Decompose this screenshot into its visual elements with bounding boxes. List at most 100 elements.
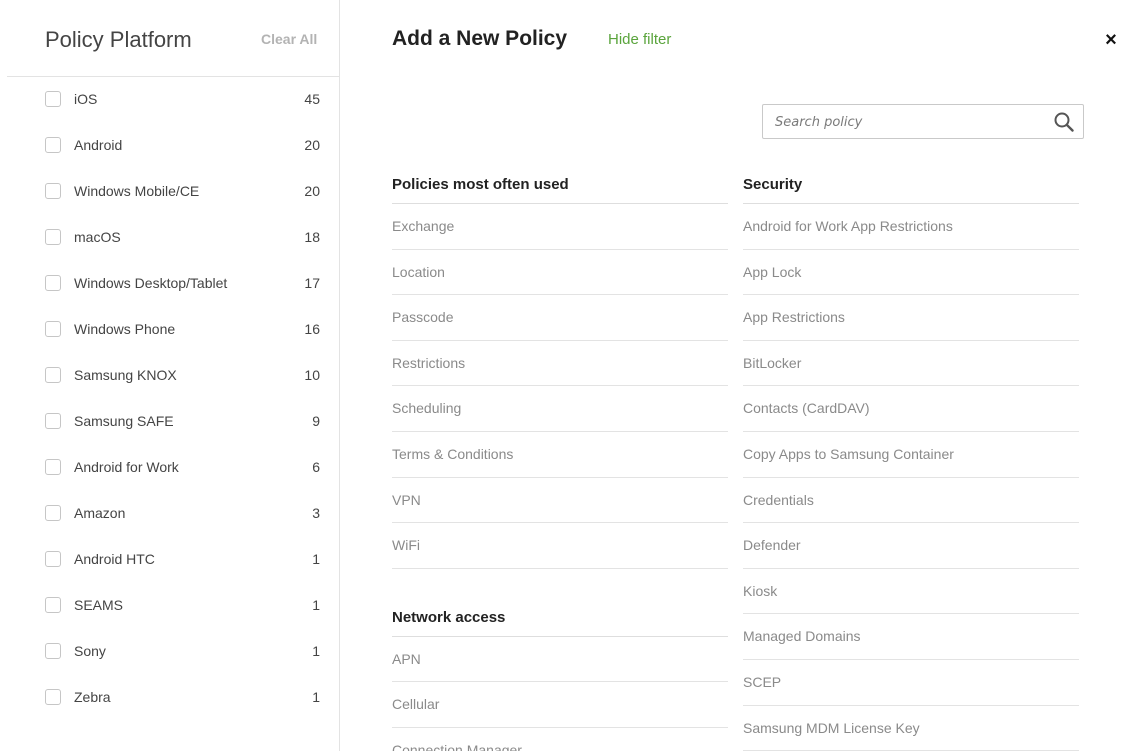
platform-count: 1 (312, 597, 320, 613)
platform-filter-item[interactable]: Samsung KNOX 10 (7, 353, 340, 399)
section-network-access: Network access APN Cellular Connection Man… (392, 603, 728, 751)
checkbox-icon[interactable] (45, 91, 61, 107)
platform-filter-item[interactable]: macOS 18 (7, 215, 340, 261)
checkbox-icon[interactable] (45, 413, 61, 429)
add-policy-panel: Add a New Policy Hide filter × Policies … (341, 0, 1144, 751)
platform-label: Windows Phone (74, 321, 176, 337)
platform-filter-item[interactable]: Zebra 1 (7, 675, 340, 721)
policy-item[interactable]: BitLocker (743, 341, 1079, 387)
platform-label: iOS (74, 91, 98, 107)
policy-item[interactable]: Copy Apps to Samsung Container (743, 432, 1079, 478)
policy-item[interactable]: App Restrictions (743, 295, 1079, 341)
checkbox-icon[interactable] (45, 597, 61, 613)
section-most-used: Policies most often used Exchange Locatio… (392, 170, 728, 569)
platform-filter-item[interactable]: Android HTC 1 (7, 537, 340, 583)
search-box (762, 104, 1084, 139)
hide-filter-link[interactable]: Hide filter (608, 31, 671, 48)
platform-count: 1 (312, 689, 320, 705)
platform-label: Samsung KNOX (74, 367, 177, 383)
policy-item[interactable]: APN (392, 637, 728, 683)
section-title-network-access: Network access (392, 603, 728, 637)
platform-label: SEAMS (74, 597, 124, 613)
checkbox-icon[interactable] (45, 275, 61, 291)
sidebar-header: Policy Platform Clear All (7, 0, 340, 77)
policy-item[interactable]: VPN (392, 478, 728, 524)
policy-item[interactable]: Terms & Conditions (392, 432, 728, 478)
policy-item[interactable]: Restrictions (392, 341, 728, 387)
network-access-list: APN Cellular Connection Manager (392, 637, 728, 751)
right-policy-column: Security Android for Work App Restrictio… (743, 170, 1079, 751)
platform-count: 18 (304, 229, 320, 245)
platform-filter-item[interactable]: iOS 45 (7, 77, 340, 123)
platform-filter-item[interactable]: Android 20 (7, 123, 340, 169)
platform-filter-sidebar: Policy Platform Clear All iOS 45 Android 20… (7, 0, 340, 751)
platform-label: Zebra (74, 689, 111, 705)
checkbox-icon[interactable] (45, 505, 61, 521)
platform-label: Android (74, 137, 123, 153)
checkbox-icon[interactable] (45, 321, 61, 337)
platform-filter-item[interactable]: Samsung SAFE 9 (7, 399, 340, 445)
platform-count: 10 (304, 367, 320, 383)
platform-count: 16 (304, 321, 320, 337)
checkbox-icon[interactable] (45, 551, 61, 567)
platform-label: Amazon (74, 505, 126, 521)
checkbox-icon[interactable] (45, 229, 61, 245)
search-input[interactable] (775, 112, 1035, 132)
section-title-most-used: Policies most often used (392, 170, 728, 204)
platform-filter-item[interactable]: Windows Phone 16 (7, 307, 340, 353)
clear-all-button[interactable]: Clear All (261, 31, 317, 47)
section-title-security: Security (743, 170, 1079, 204)
checkbox-icon[interactable] (45, 459, 61, 475)
most-used-list: Exchange Location Passcode Restrictions Sche… (392, 204, 728, 569)
policy-item[interactable]: Credentials (743, 478, 1079, 524)
policy-item[interactable]: Managed Domains (743, 614, 1079, 660)
policy-item[interactable]: Scheduling (392, 386, 728, 432)
platform-label: Sony (74, 643, 106, 659)
platform-label: Samsung SAFE (74, 413, 174, 429)
checkbox-icon[interactable] (45, 367, 61, 383)
sidebar-title: Policy Platform (45, 27, 192, 52)
platform-label: Windows Desktop/Tablet (74, 275, 228, 291)
checkbox-icon[interactable] (45, 137, 61, 153)
checkbox-icon[interactable] (45, 183, 61, 199)
platform-count: 1 (312, 643, 320, 659)
platform-label: macOS (74, 229, 121, 245)
policy-item[interactable]: Contacts (CardDAV) (743, 386, 1079, 432)
policy-item[interactable]: WiFi (392, 523, 728, 569)
platform-filter-item[interactable]: Windows Mobile/CE 20 (7, 169, 340, 215)
platform-label: Android for Work (74, 459, 179, 475)
platform-label: Windows Mobile/CE (74, 183, 200, 199)
policy-item[interactable]: SCEP (743, 660, 1079, 706)
policy-item[interactable]: Connection Manager (392, 728, 728, 751)
platform-label: Android HTC (74, 551, 155, 567)
checkbox-icon[interactable] (45, 643, 61, 659)
policy-item[interactable]: Kiosk (743, 569, 1079, 615)
left-policy-column: Policies most often used Exchange Locatio… (392, 170, 728, 751)
policy-item[interactable]: App Lock (743, 250, 1079, 296)
policy-item[interactable]: Location (392, 250, 728, 296)
platform-filter-item[interactable]: SEAMS 1 (7, 583, 340, 629)
search-icon[interactable] (1053, 111, 1075, 133)
checkbox-icon[interactable] (45, 689, 61, 705)
platform-count: 6 (312, 459, 320, 475)
policy-item[interactable]: Cellular (392, 682, 728, 728)
platform-list: iOS 45 Android 20 Windows Mobile/CE 20 macOS 18… (7, 77, 340, 721)
platform-count: 3 (312, 505, 320, 521)
platform-filter-item[interactable]: Windows Desktop/Tablet 17 (7, 261, 340, 307)
policy-item[interactable]: Exchange (392, 204, 728, 250)
platform-count: 20 (304, 183, 320, 199)
security-list: Android for Work App Restrictions App Loc… (743, 204, 1079, 751)
platform-filter-item[interactable]: Amazon 3 (7, 491, 340, 537)
platform-count: 45 (304, 91, 320, 107)
policy-item[interactable]: Passcode (392, 295, 728, 341)
policy-item[interactable]: Android for Work App Restrictions (743, 204, 1079, 250)
platform-filter-item[interactable]: Android for Work 6 (7, 445, 340, 491)
policy-item[interactable]: Samsung MDM License Key (743, 706, 1079, 751)
platform-count: 17 (304, 275, 320, 291)
policy-item[interactable]: Defender (743, 523, 1079, 569)
close-icon[interactable]: × (1101, 30, 1121, 50)
platform-filter-item[interactable]: Sony 1 (7, 629, 340, 675)
platform-count: 9 (312, 413, 320, 429)
platform-count: 1 (312, 551, 320, 567)
